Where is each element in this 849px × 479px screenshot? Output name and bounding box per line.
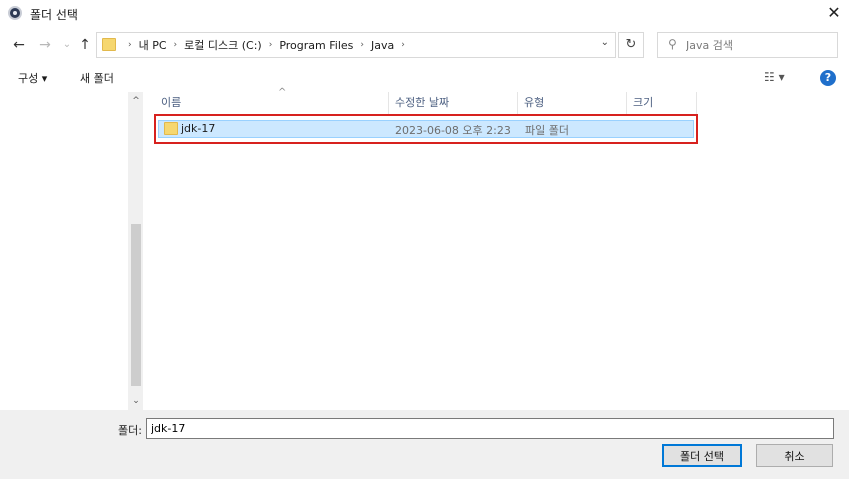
file-list[interactable]: ^ 이름 수정한 날짜 유형 크기 jdk-17 2023-06-08 오후 2… (143, 87, 849, 410)
breadcrumb-separator[interactable]: › (360, 40, 364, 50)
breadcrumb-separator[interactable]: › (269, 40, 273, 50)
breadcrumb-item-program-files[interactable]: Program Files (279, 39, 353, 52)
chevron-down-icon[interactable]: ⌄ (601, 37, 609, 48)
navigation-pane[interactable] (0, 92, 129, 410)
title-bar: 폴더 선택 ✕ (0, 0, 849, 28)
row-type: 파일 폴더 (525, 124, 569, 137)
command-bar: 구성 ▾ 새 폴더 ☷ ▾ ? (0, 64, 849, 92)
breadcrumb: › 내 PC › 로컬 디스크 (C:) › Program Files › J… (121, 33, 412, 57)
navigation-bar: ← → ⌄ ↑ › 내 PC › 로컬 디스크 (C:) › Program F… (0, 28, 849, 62)
folder-icon (102, 38, 116, 51)
select-folder-button[interactable]: 폴더 선택 (662, 444, 742, 467)
view-options-icon[interactable]: ☷ ▾ (764, 70, 785, 84)
search-box[interactable]: ⚲ (657, 32, 838, 58)
search-input[interactable] (686, 37, 831, 53)
table-row[interactable]: jdk-17 2023-06-08 오후 2:23 파일 폴더 (158, 120, 694, 138)
up-button[interactable]: ↑ (76, 36, 94, 54)
scroll-down-icon[interactable]: ⌄ (129, 394, 143, 408)
folder-icon (164, 122, 178, 135)
row-name: jdk-17 (181, 122, 216, 135)
app-icon (8, 6, 22, 20)
scroll-up-icon[interactable]: ^ (129, 94, 143, 108)
breadcrumb-item-java[interactable]: Java (371, 39, 394, 52)
navigation-scrollbar[interactable]: ^ ⌄ (129, 92, 143, 410)
breadcrumb-item-local-disk[interactable]: 로컬 디스크 (C:) (184, 37, 262, 53)
column-name[interactable]: 이름 (155, 92, 389, 114)
breadcrumb-separator: › (128, 40, 132, 50)
scrollbar-thumb[interactable] (131, 224, 141, 386)
row-date-modified: 2023-06-08 오후 2:23 (395, 124, 511, 137)
search-icon: ⚲ (668, 37, 677, 51)
column-date-modified[interactable]: 수정한 날짜 (389, 92, 518, 114)
column-size[interactable]: 크기 (627, 92, 697, 114)
back-button[interactable]: ← (10, 36, 28, 54)
forward-button[interactable]: → (36, 36, 54, 54)
organize-button[interactable]: 구성 ▾ (18, 70, 47, 86)
cancel-button[interactable]: 취소 (756, 444, 833, 467)
help-icon[interactable]: ? (820, 70, 836, 86)
new-folder-button[interactable]: 새 폴더 (80, 70, 114, 86)
close-button[interactable]: ✕ (819, 0, 849, 28)
recent-locations-button[interactable]: ⌄ (58, 36, 76, 54)
refresh-icon[interactable]: ↻ (618, 32, 644, 58)
breadcrumb-item-this-pc[interactable]: 내 PC (139, 37, 167, 53)
address-bar[interactable]: › 내 PC › 로컬 디스크 (C:) › Program Files › J… (96, 32, 616, 58)
breadcrumb-separator[interactable]: › (401, 40, 405, 50)
folder-field[interactable] (146, 418, 834, 439)
column-type[interactable]: 유형 (518, 92, 627, 114)
column-header-row: ^ 이름 수정한 날짜 유형 크기 (155, 87, 697, 114)
folder-field-label: 폴더: (118, 424, 142, 437)
window-title: 폴더 선택 (30, 8, 78, 22)
dialog-footer: 폴더: 폴더 선택 취소 (0, 410, 849, 479)
breadcrumb-separator[interactable]: › (174, 40, 178, 50)
